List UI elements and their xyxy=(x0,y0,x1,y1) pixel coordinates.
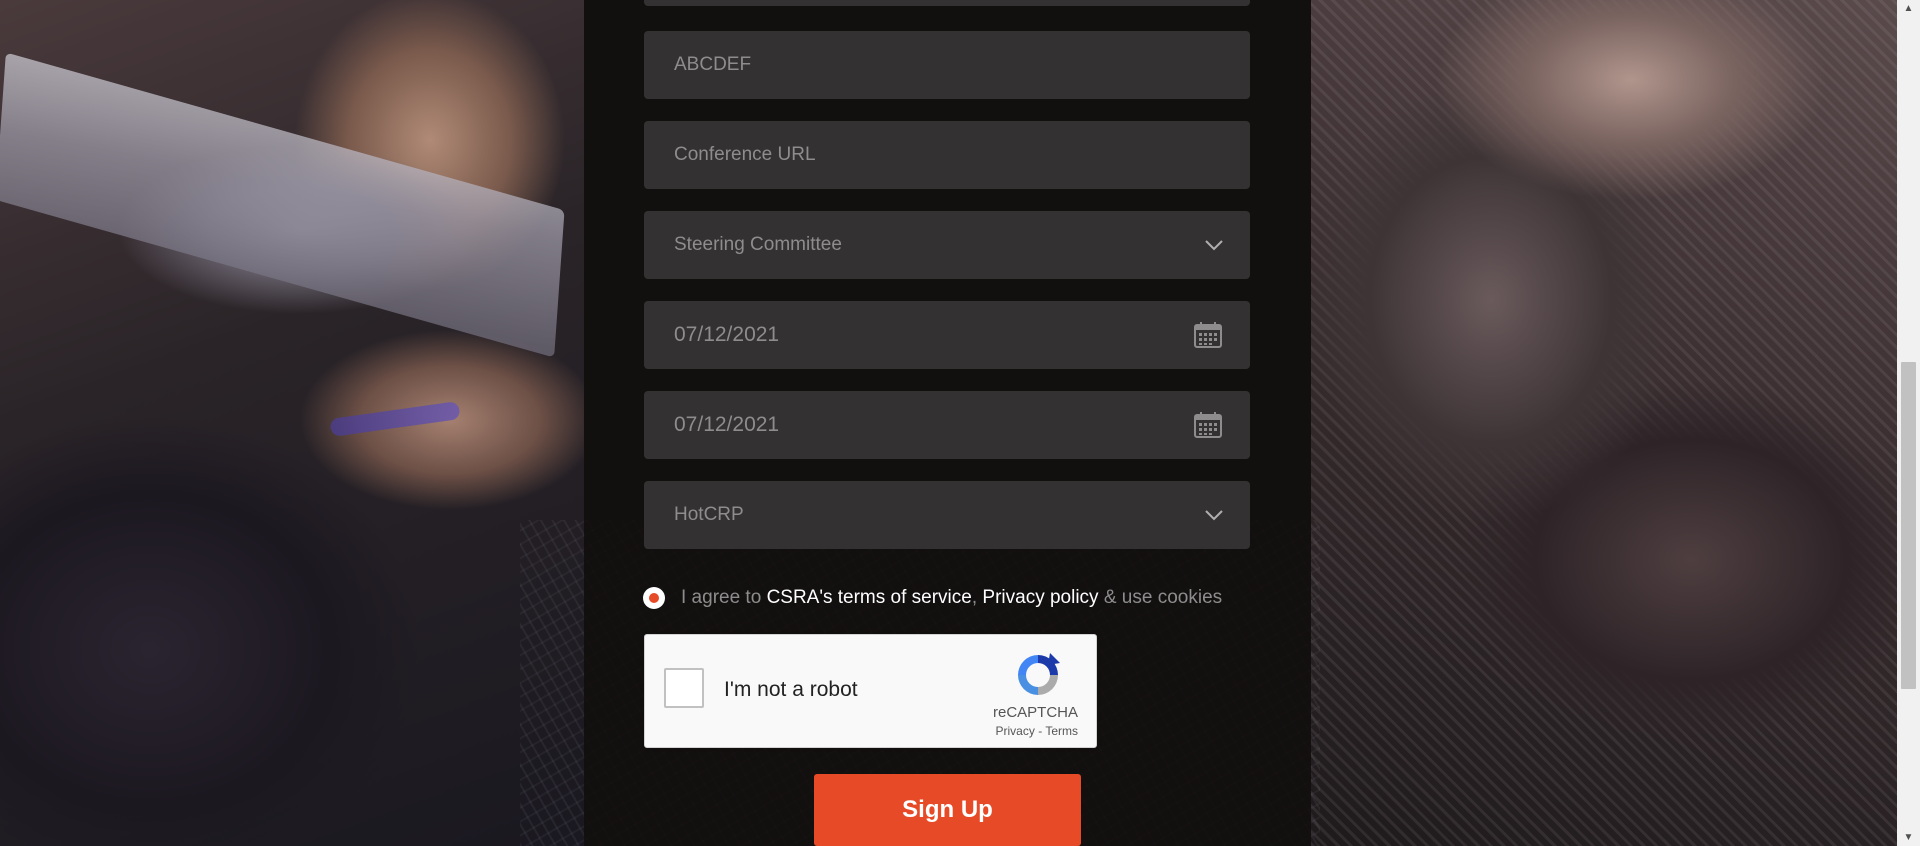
background-book xyxy=(0,52,565,358)
recaptcha-terms-link[interactable]: Terms xyxy=(1045,724,1078,738)
recaptcha-privacy-link[interactable]: Privacy xyxy=(996,724,1035,738)
agree-comma: , xyxy=(971,587,978,608)
recaptcha-label: I'm not a robot xyxy=(724,678,858,701)
chevron-down-icon xyxy=(1205,510,1223,521)
calendar-icon[interactable] xyxy=(1194,412,1222,438)
page-scrollbar[interactable]: ▲ ▼ xyxy=(1897,0,1920,846)
background-photo-left xyxy=(0,0,584,846)
acronym-field[interactable]: ABCDEF xyxy=(644,31,1250,99)
start-date-value: 07/12/2021 xyxy=(674,323,780,346)
acronym-value: ABCDEF xyxy=(674,54,752,75)
agree-prefix: I agree to xyxy=(681,587,762,608)
recaptcha-logo-icon xyxy=(1018,653,1060,695)
end-date-field[interactable]: 07/12/2021 xyxy=(644,391,1250,459)
sign-up-button[interactable]: Sign Up xyxy=(814,774,1081,846)
partial-field[interactable] xyxy=(644,0,1250,6)
review-system-value: HotCRP xyxy=(674,504,744,525)
calendar-icon[interactable] xyxy=(1194,322,1222,348)
recaptcha-brand: reCAPTCHA xyxy=(992,704,1078,721)
recaptcha-legal: Privacy - Terms xyxy=(996,724,1078,738)
conference-url-placeholder: Conference URL xyxy=(674,144,816,165)
agree-radio[interactable] xyxy=(643,587,665,609)
scroll-up-arrow-icon[interactable]: ▲ xyxy=(1897,0,1920,17)
chevron-down-icon xyxy=(1205,240,1223,251)
scroll-down-arrow-icon[interactable]: ▼ xyxy=(1897,829,1920,846)
recaptcha-checkbox[interactable] xyxy=(664,668,704,708)
radio-dot-icon xyxy=(649,593,659,603)
privacy-policy-link[interactable]: Privacy policy xyxy=(982,587,1098,609)
committee-select[interactable]: Steering Committee xyxy=(644,211,1250,279)
terms-agreement: I agree to CSRA's terms of service, Priv… xyxy=(643,583,1222,613)
conference-url-field[interactable]: Conference URL xyxy=(644,121,1250,189)
recaptcha-widget: I'm not a robot reCAPTCHA Privacy - Term… xyxy=(644,634,1097,748)
terms-of-service-link[interactable]: CSRA's terms of service xyxy=(767,587,972,609)
recaptcha-legal-dash: - xyxy=(1038,724,1043,738)
agree-suffix: & use cookies xyxy=(1103,587,1223,608)
committee-value: Steering Committee xyxy=(674,234,842,255)
review-system-select[interactable]: HotCRP xyxy=(644,481,1250,549)
scrollbar-thumb[interactable] xyxy=(1901,362,1916,689)
background-photo-right xyxy=(1311,0,1900,846)
end-date-value: 07/12/2021 xyxy=(674,413,780,436)
start-date-field[interactable]: 07/12/2021 xyxy=(644,301,1250,369)
background-pen xyxy=(329,401,461,437)
